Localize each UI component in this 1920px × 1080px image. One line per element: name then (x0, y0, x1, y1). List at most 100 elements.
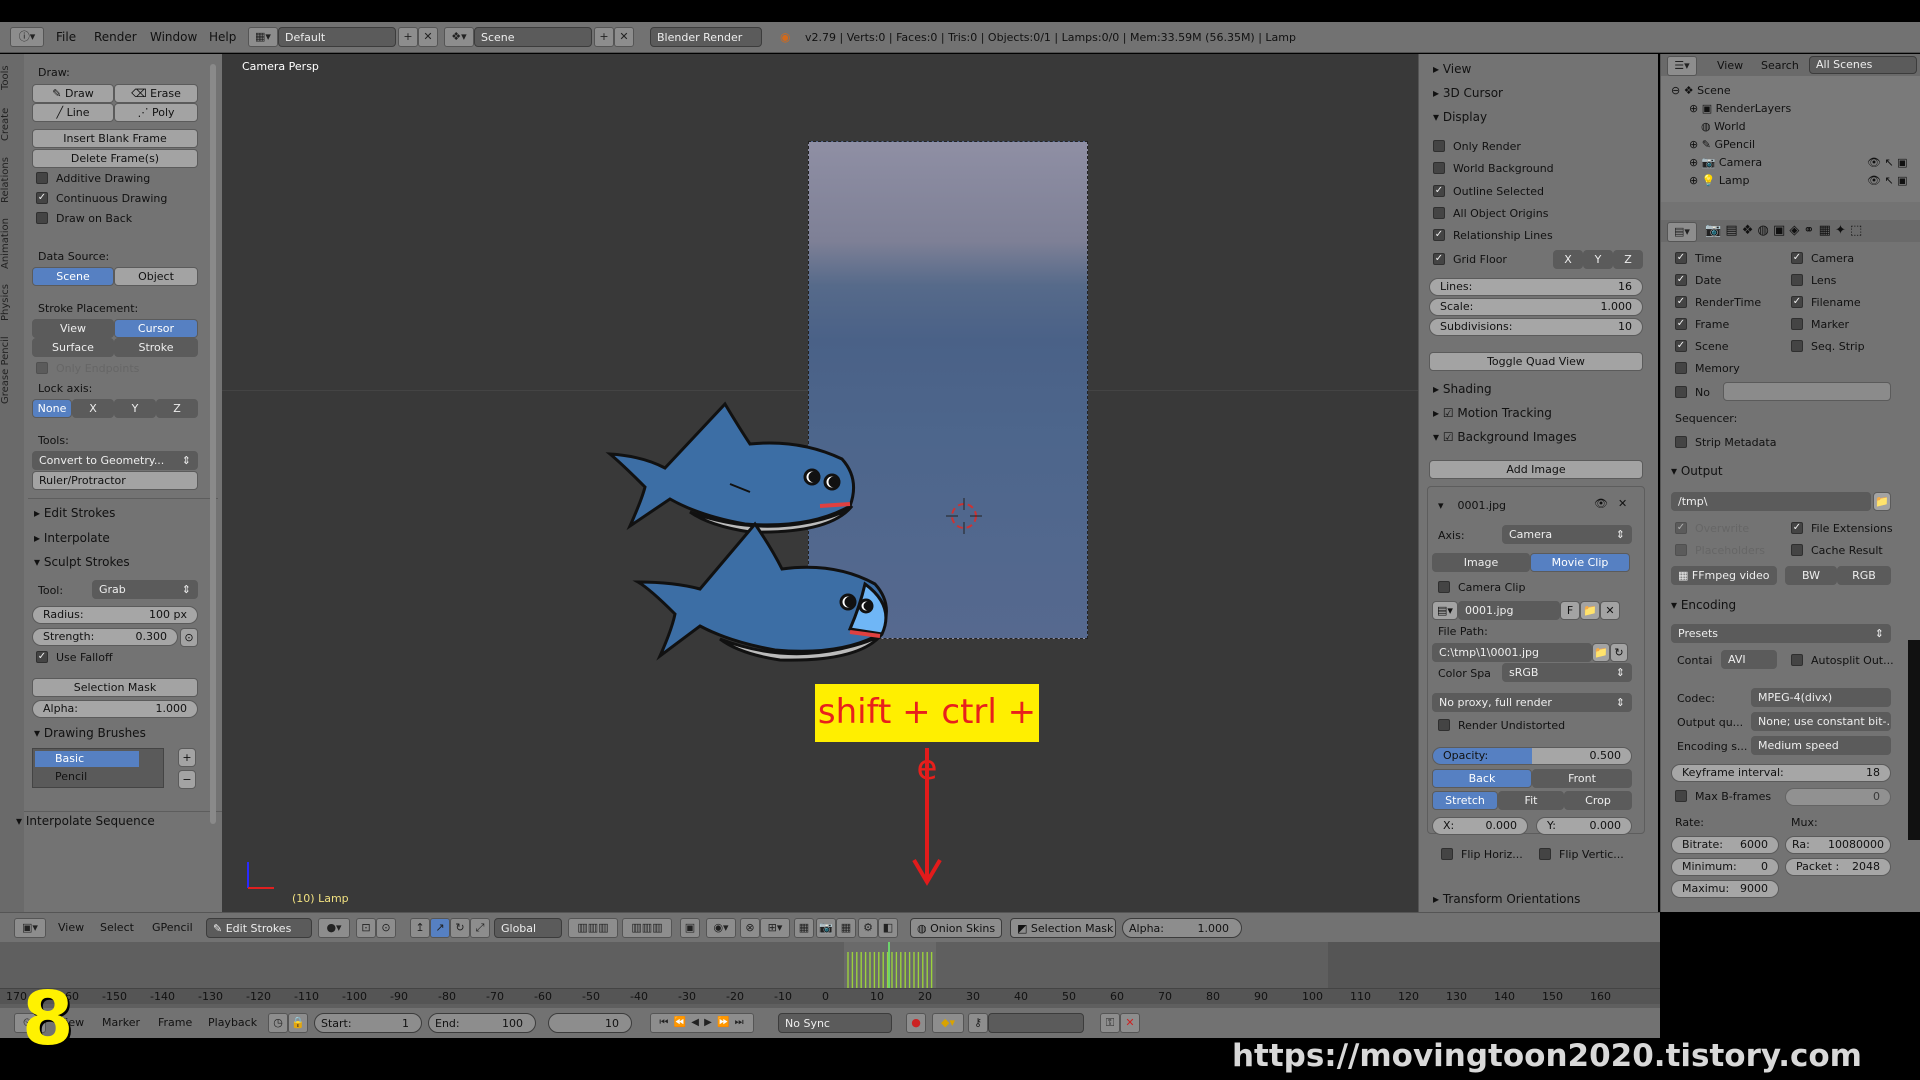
file-path-input[interactable]: C:\tmp\1\0001.jpg (1432, 643, 1592, 662)
overwrite-checkbox[interactable]: ✓ (1675, 522, 1687, 534)
transform-orientation-select[interactable]: Global (494, 918, 562, 938)
stamp-time-checkbox[interactable]: ✓ (1675, 252, 1687, 264)
current-frame-line[interactable] (888, 942, 890, 988)
grid-y-toggle[interactable]: Y (1583, 250, 1613, 269)
menu-file[interactable]: File (56, 30, 76, 44)
frame-ruler[interactable]: 170 -160 -150 -140 -130 -120 -110 -100 -90 -80 -70… (0, 988, 1660, 1004)
3d-viewport[interactable]: Camera Persp shift + ctrl + e (222, 54, 1418, 912)
insert-key-icon[interactable]: ⚿ (1100, 1013, 1120, 1033)
timeline-menu-playback[interactable]: Playback (208, 1016, 257, 1029)
tab-animation[interactable]: Animation (0, 212, 22, 276)
translate-icon[interactable]: ↗ (430, 918, 450, 938)
outliner-search-menu[interactable]: Search (1761, 59, 1799, 72)
keyset-icon[interactable]: ⚷ (968, 1013, 988, 1033)
outliner-view-menu[interactable]: View (1717, 59, 1743, 72)
data-source-object[interactable]: Object (114, 267, 198, 286)
stamp-note-checkbox[interactable] (1675, 386, 1687, 398)
timeline-menu-frame[interactable]: Frame (158, 1016, 192, 1029)
snap-target-icon[interactable]: ⊞▾ (760, 918, 790, 938)
scale-icon[interactable]: ⤢ (470, 918, 490, 938)
timeline[interactable]: 170 -160 -150 -140 -130 -120 -110 -100 -90 -80 -70… (0, 942, 1660, 1012)
tab-relations[interactable]: Relations (0, 150, 22, 210)
outliner-item-world[interactable]: ◍ World (1701, 120, 1746, 133)
record-icon[interactable]: ● (906, 1013, 926, 1033)
image-entry-header[interactable]: ▾ 0001.jpg (1438, 499, 1506, 512)
transform-orientations-section[interactable]: ▸ Transform Orientations (1433, 892, 1580, 906)
layout-icon[interactable]: ▦▾ (248, 27, 278, 47)
lock-axis-y[interactable]: Y (114, 399, 156, 418)
add-image-button[interactable]: Add Image (1429, 460, 1643, 479)
lock-axis-z[interactable]: Z (156, 399, 198, 418)
add-scene-icon[interactable]: + (594, 27, 614, 47)
layout-field[interactable]: Default (278, 27, 396, 47)
offset-y-field[interactable]: Y: 0.000 (1536, 817, 1632, 835)
ruler-protractor-button[interactable]: Ruler/Protractor (32, 471, 198, 490)
end-frame-field[interactable]: End: 100 (428, 1013, 536, 1033)
lock-axis-x[interactable]: X (72, 399, 114, 418)
view-section[interactable]: ▸ View (1433, 62, 1471, 76)
gp-tool-icon-1[interactable]: ⚙ (858, 918, 878, 938)
codec-select[interactable]: MPEG-4(divx) (1751, 688, 1891, 707)
snap-element-icon[interactable]: ◉▾ (706, 918, 736, 938)
lamp-visibility-icons[interactable]: 👁 ↖ ▣ (1867, 174, 1908, 187)
max-b-frames-field[interactable]: 0 (1785, 788, 1891, 806)
close-icon[interactable]: ✕ (1618, 497, 1627, 510)
draw-front-button[interactable]: Front (1532, 769, 1632, 788)
frame-crop-button[interactable]: Crop (1564, 791, 1632, 810)
grid-lines-field[interactable]: Lines: 16 (1429, 278, 1643, 296)
toggle-quad-view-button[interactable]: Toggle Quad View (1429, 352, 1643, 371)
file-format-select[interactable]: ▦ FFmpeg video (1671, 566, 1777, 585)
opacity-slider[interactable]: Opacity: 0.500 (1432, 747, 1632, 765)
autosplit-checkbox[interactable] (1791, 654, 1803, 666)
scene-icon[interactable]: ❖▾ (444, 27, 474, 47)
all-object-origins-checkbox[interactable] (1433, 207, 1445, 219)
grid-scale-field[interactable]: Scale: 1.000 (1429, 298, 1643, 316)
alpha-header-field[interactable]: Alpha: 1.000 (1122, 918, 1242, 938)
output-section[interactable]: ▾ Output (1671, 464, 1723, 478)
packet-size-field[interactable]: Packet : 2048 (1785, 858, 1891, 876)
sculpt-strokes-header[interactable]: ▾ Sculpt Strokes (34, 555, 130, 569)
outliner-item-camera[interactable]: ⊕ 📷 Camera (1689, 156, 1762, 169)
preview-range-icon[interactable]: ◷ (268, 1013, 288, 1033)
draw-button[interactable]: ✎ Draw (32, 84, 114, 103)
poly-button[interactable]: ⋰ Poly (114, 103, 198, 122)
keying-icon[interactable]: ◆▾ (932, 1013, 964, 1033)
fake-user-toggle[interactable]: F (1560, 601, 1580, 620)
placement-view[interactable]: View (32, 319, 114, 338)
3d-cursor-section[interactable]: ▸ 3D Cursor (1433, 86, 1503, 100)
only-endpoints-checkbox[interactable] (36, 362, 48, 374)
radius-field[interactable]: Radius: 100 px (32, 606, 198, 624)
draw-on-back-checkbox[interactable] (36, 212, 48, 224)
strip-metadata-checkbox[interactable] (1675, 436, 1687, 448)
container-select[interactable]: AVI (1721, 650, 1777, 669)
render-anim-icon[interactable]: ▦ (836, 918, 856, 938)
color-rgb-button[interactable]: RGB (1837, 566, 1891, 585)
mux-rate-field[interactable]: Ra: 10080000 (1785, 836, 1891, 854)
toolshelf-scrollbar[interactable] (210, 64, 216, 824)
pivot-icon[interactable]: ⊡ (356, 918, 376, 938)
sculpt-tool-select[interactable]: Grab ⇕ (92, 580, 198, 599)
encoding-section[interactable]: ▾ Encoding (1671, 598, 1736, 612)
insert-blank-frame-button[interactable]: Insert Blank Frame (32, 129, 198, 148)
interpolate-header[interactable]: ▸ Interpolate (34, 531, 110, 545)
stamp-frame-checkbox[interactable]: ✓ (1675, 318, 1687, 330)
outliner-item-scene[interactable]: ⊖ ❖ Scene (1671, 84, 1731, 97)
outliner-editor-icon[interactable]: ☰▾ (1667, 56, 1697, 76)
camera-clip-checkbox[interactable] (1438, 581, 1450, 593)
proportional-icon[interactable]: ⊙ (376, 918, 396, 938)
erase-button[interactable]: ⌫ Erase (114, 84, 198, 103)
outline-selected-checkbox[interactable]: ✓ (1433, 185, 1445, 197)
drawing-brushes-header[interactable]: ▾ Drawing Brushes (34, 726, 146, 740)
layer-lock-icon[interactable]: ▣ (680, 918, 700, 938)
eye-icon[interactable]: 👁 (1594, 497, 1608, 510)
snap-align-icon[interactable]: ▦ (794, 918, 814, 938)
menu-render[interactable]: Render (94, 30, 137, 44)
snap-icon[interactable]: ⊗ (740, 918, 760, 938)
outliner-item-renderlayers[interactable]: ⊕ ▣ RenderLayers (1689, 102, 1791, 115)
start-frame-field[interactable]: Start: 1 (314, 1013, 422, 1033)
stamp-rendertime-checkbox[interactable]: ✓ (1675, 296, 1687, 308)
file-extensions-checkbox[interactable]: ✓ (1791, 522, 1803, 534)
alpha-field[interactable]: Alpha: 1.000 (32, 700, 198, 718)
output-quality-select[interactable]: None; use constant bit-... (1751, 712, 1891, 731)
menu-help[interactable]: Help (209, 30, 236, 44)
